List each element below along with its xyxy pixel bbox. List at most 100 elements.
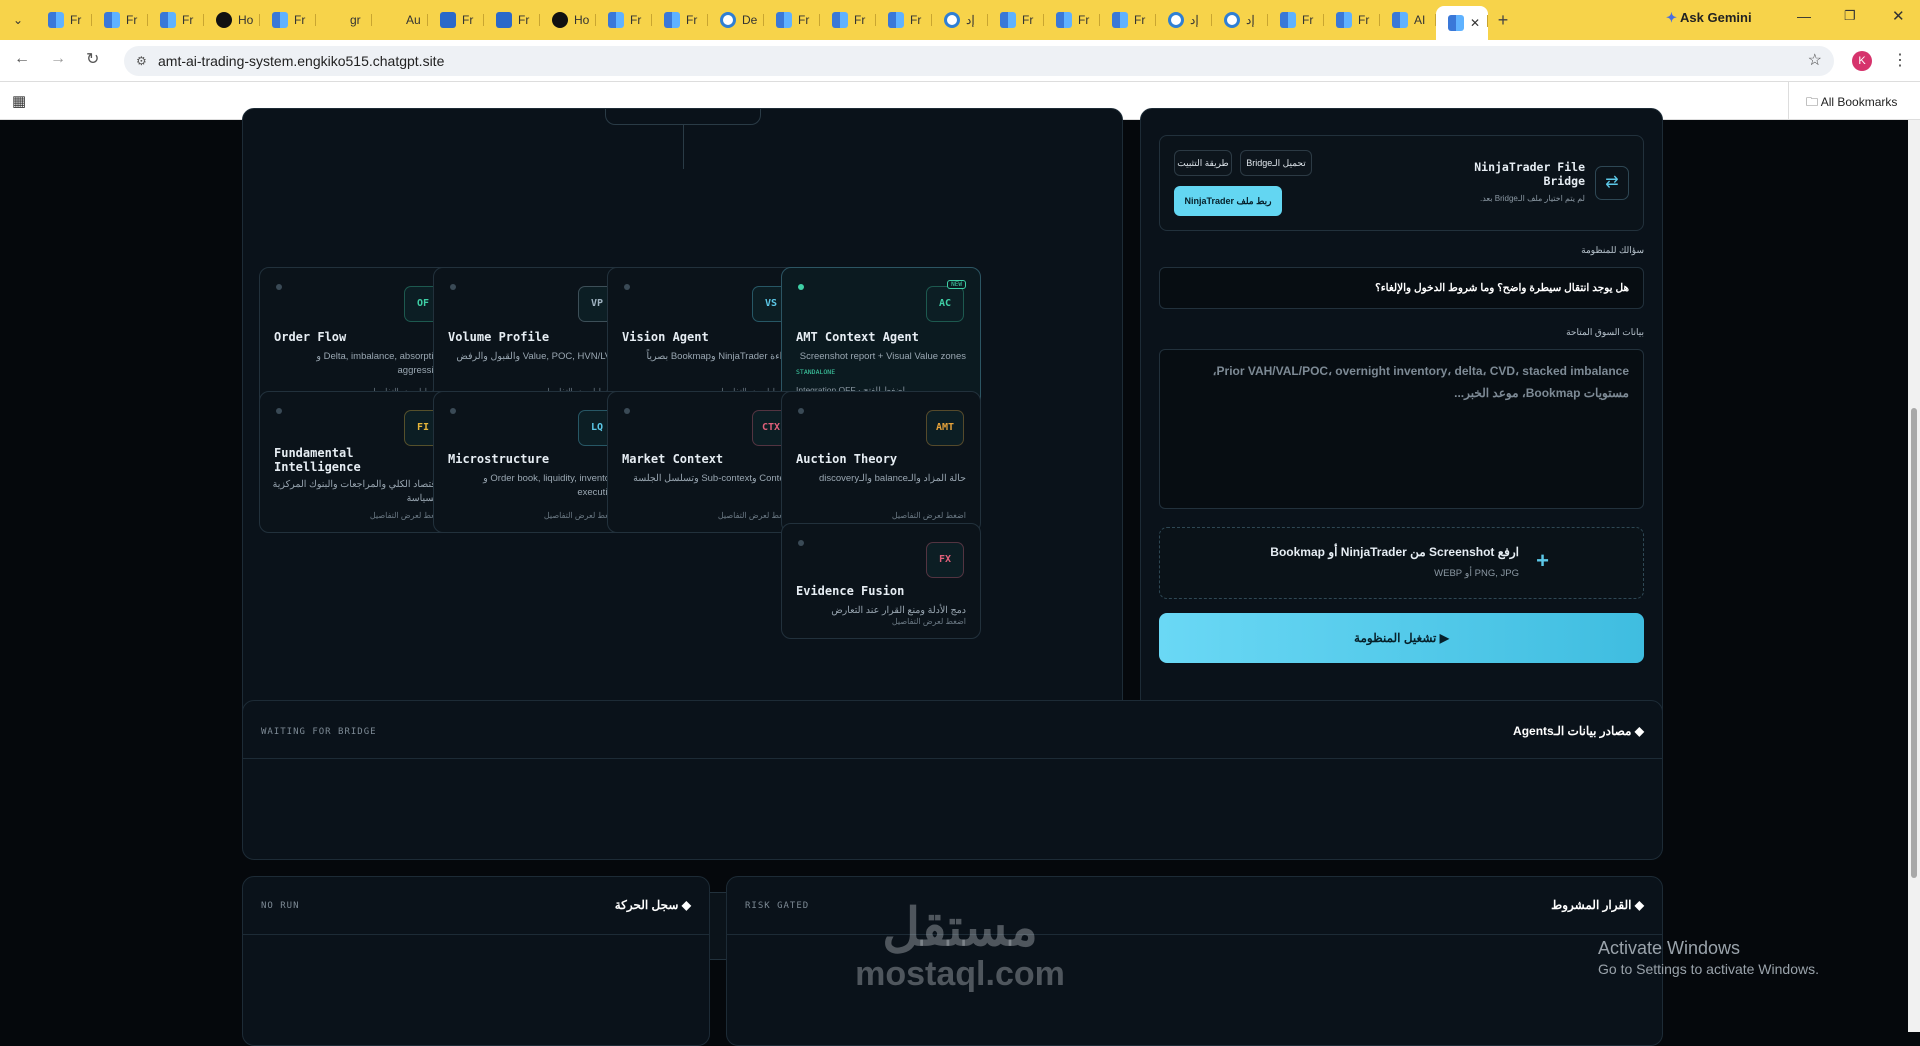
scrollbar-thumb[interactable] [1911, 408, 1917, 878]
tab-label: Fr [462, 13, 474, 27]
new-tab-button[interactable]: + [1488, 10, 1518, 31]
link-ninjatrader-file-button[interactable]: ربط ملف NinjaTrader [1174, 186, 1282, 216]
browser-tab[interactable]: Fr [36, 5, 92, 35]
download-bridge-button[interactable]: تحميل الـBridge [1240, 150, 1312, 176]
run-system-button[interactable]: ▶ تشغيل المنظومة [1159, 613, 1644, 663]
agent-description: حالة المزاد والـbalance والـdiscovery [818, 473, 966, 484]
tab-search-icon[interactable]: ⌄ [0, 13, 36, 27]
agent-name: Order Flow [274, 330, 347, 344]
browser-tab[interactable]: De [708, 5, 764, 35]
reload-icon[interactable]: ↻ [86, 49, 99, 69]
agent-description: Delta, imbalance, absorption و aggressio… [316, 351, 444, 376]
gemini-icon: ✦ [1666, 10, 1677, 25]
question-input[interactable]: هل يوجد انتقال سيطرة واضح؟ وما شروط الدخ… [1159, 267, 1644, 309]
profile-avatar[interactable]: K [1852, 51, 1872, 71]
agent-card[interactable]: FX Evidence Fusion دمج الأدلة ومنع القرار … [781, 523, 981, 639]
bookmark-star-icon[interactable]: ☆ [1808, 46, 1822, 76]
sources-title: ◆ مصادر بيانات الـAgents [1513, 724, 1644, 738]
apps-grid-icon[interactable]: ▦ [12, 92, 26, 110]
install-guide-button[interactable]: طريقة التثبيت [1174, 150, 1232, 176]
agent-name: Vision Agent [622, 330, 709, 344]
menu-kebab-icon[interactable]: ⋮ [1892, 50, 1908, 70]
agent-card[interactable]: CTX Market Context Context وSub-context وت… [607, 391, 807, 533]
agent-name: Market Context [622, 452, 724, 466]
agent-card[interactable]: LQ Microstructure Order book, liquidity, i… [433, 391, 633, 533]
agent-card[interactable]: AC NEW AMT Context Agent Screenshot report … [781, 267, 981, 409]
ask-gemini-button[interactable]: ✦ Ask Gemini [1666, 10, 1752, 26]
agent-card[interactable]: AMT Auction Theory حالة المزاد والـbalance… [781, 391, 981, 533]
grid-favicon-icon [272, 12, 288, 28]
agent-name: Fundamental Intelligence [274, 446, 361, 474]
restore-button[interactable]: ❐ [1844, 8, 1856, 24]
back-button[interactable]: ← [14, 50, 30, 68]
sources-status: WAITING FOR BRIDGE [261, 727, 377, 737]
tab-label: Fr [126, 13, 138, 27]
url-field[interactable]: ⚙ amt-ai-trading-system.engkiko515.chatg… [124, 46, 1834, 76]
browser-tab[interactable]: Fr [596, 5, 652, 35]
grid-favicon-icon [1056, 12, 1072, 28]
minimize-button[interactable]: — [1797, 8, 1811, 24]
market-data-label: بيانات السوق المتاحة [1566, 327, 1644, 337]
browser-tab[interactable]: إد [932, 5, 988, 35]
browser-tab[interactable]: إد [1156, 5, 1212, 35]
agent-status-dot [798, 408, 804, 414]
connector-line [683, 125, 684, 169]
tab-label: Fr [294, 13, 306, 27]
tab-label: Au [406, 13, 421, 27]
all-bookmarks-button[interactable]: 🗀 All Bookmarks [1806, 93, 1897, 114]
up-favicon-icon [552, 12, 568, 28]
browser-tab[interactable]: Fr [988, 5, 1044, 35]
log-status: NO RUN [261, 901, 300, 911]
grid-favicon-icon [1448, 15, 1464, 31]
browser-tab[interactable]: Fr [484, 5, 540, 35]
tab-label: gr [350, 13, 361, 27]
tab-label: إد [1246, 13, 1255, 27]
tab-label: إد [1190, 13, 1199, 27]
agent-name: Microstructure [448, 452, 550, 466]
agent-card[interactable]: FI Fundamental Intelligence الاقتصاد الكلي… [259, 391, 459, 533]
browser-tab[interactable]: Fr [260, 5, 316, 35]
forward-button[interactable]: → [50, 50, 66, 68]
browser-tab[interactable]: Fr [1268, 5, 1324, 35]
standalone-label: STANDALONE [796, 368, 836, 376]
grid-favicon-icon [608, 12, 624, 28]
browser-tab[interactable]: Fr [652, 5, 708, 35]
browser-tab[interactable]: AI [1380, 5, 1436, 35]
active-browser-tab[interactable]: ✕ [1436, 6, 1488, 40]
browser-tab[interactable]: إد [1212, 5, 1268, 35]
browser-tab[interactable]: Fr [764, 5, 820, 35]
market-data-textarea[interactable]: Prior VAH/VAL/POC، overnight inventory، … [1159, 349, 1644, 509]
screenshot-dropzone[interactable]: ارفع Screenshot من NinjaTrader أو Bookma… [1159, 527, 1644, 599]
browser-tab[interactable]: Fr [92, 5, 148, 35]
decision-title: ◆ القرار المشروط [1551, 898, 1644, 912]
browser-tab[interactable]: Fr [148, 5, 204, 35]
agent-card[interactable]: VP Volume Profile Value, POC, HVN/LVN والق… [433, 267, 633, 409]
browser-tab[interactable]: Fr [876, 5, 932, 35]
browser-tab[interactable]: Fr [820, 5, 876, 35]
upload-formats: PNG, JPG أو WEBP [1434, 568, 1519, 579]
agent-status-dot [450, 408, 456, 414]
agent-card[interactable]: OF Order Flow Delta, imbalance, absorption… [259, 267, 459, 409]
agent-description: الاقتصاد الكلي والمراجعات والبنوك المركز… [272, 479, 444, 504]
browser-tab[interactable]: Ho [540, 5, 596, 35]
browser-tab[interactable]: Au [372, 5, 428, 35]
grid-favicon-icon [1000, 12, 1016, 28]
browser-tab[interactable]: Fr [1044, 5, 1100, 35]
browser-tab[interactable]: gr [316, 5, 372, 35]
close-tab-icon[interactable]: ✕ [1470, 16, 1480, 30]
browser-tab[interactable]: Fr [1100, 5, 1156, 35]
browser-tab[interactable]: Fr [1324, 5, 1380, 35]
grid-favicon-icon [776, 12, 792, 28]
browser-tab[interactable]: Ho [204, 5, 260, 35]
arrow-favicon-icon [328, 12, 344, 28]
close-window-button[interactable]: ✕ [1892, 7, 1905, 25]
agent-status-dot [450, 284, 456, 290]
agent-card[interactable]: VS Vision Agent قراءة NinjaTrader وBookmap… [607, 267, 807, 409]
tab-label: Fr [798, 13, 810, 27]
site-info-icon[interactable]: ⚙ [136, 46, 147, 76]
scrollbar-track[interactable] [1908, 120, 1920, 1032]
agent-name: Evidence Fusion [796, 584, 905, 598]
grid-favicon-icon [104, 12, 120, 28]
browser-tab[interactable]: Fr [428, 5, 484, 35]
folder-icon: 🗀 [1806, 95, 1819, 109]
